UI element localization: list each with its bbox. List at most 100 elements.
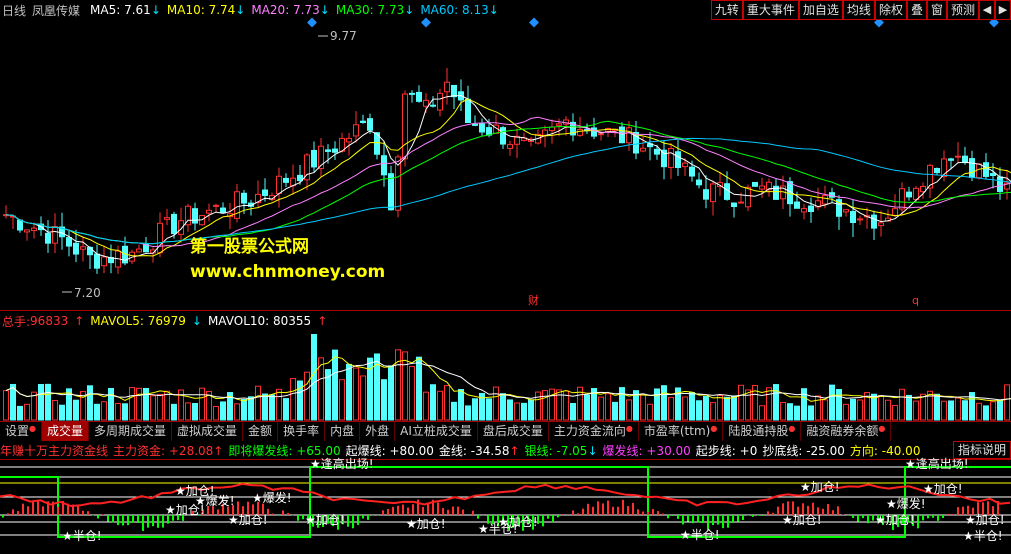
tab-item[interactable]: 外盘 (360, 422, 396, 441)
arrow-down-icon: ↓ (404, 3, 415, 17)
tab-item[interactable]: 融资融券余额● (801, 422, 892, 441)
toolbar-button[interactable]: 除权 (874, 0, 907, 20)
tab-item[interactable]: 内盘 (325, 422, 361, 441)
volume-bar (388, 365, 394, 421)
volume-bar (10, 383, 16, 421)
tab-item[interactable]: 金额 (243, 422, 279, 441)
volume-bar (94, 403, 100, 421)
volume-bar (948, 400, 954, 421)
volume-bar (416, 356, 422, 421)
tab-item[interactable]: 设置● (0, 422, 42, 441)
indicator-legend-label: 金线: -34.58 (438, 444, 510, 458)
volume-bar (255, 385, 261, 421)
volume-bar (997, 399, 1003, 421)
volume-bar (108, 388, 114, 421)
candle-body (402, 93, 408, 160)
candle-body (892, 208, 898, 216)
volume-bar (612, 401, 618, 421)
volume-bar (87, 385, 93, 421)
indicator-legend-item: 年赚十万主力资金线 (0, 442, 108, 458)
tab-item[interactable]: 虚拟成交量 (172, 422, 244, 441)
volume-bar (542, 390, 548, 421)
candle-body (850, 211, 856, 223)
candle-body (164, 217, 170, 220)
volume-bar (213, 405, 219, 421)
toolbar-button[interactable]: 加自选 (798, 0, 843, 20)
indicator-legend-item: 方向: -40.00 (850, 442, 921, 458)
tab-item[interactable]: 盘后成交量 (478, 422, 549, 441)
tab-label: 换手率 (283, 424, 320, 438)
volume-bar (710, 402, 716, 421)
volume-bar (381, 379, 387, 421)
toolbar-button[interactable]: 重大事件 (742, 0, 799, 20)
candle-body (710, 183, 716, 203)
ma-legend-label: MA5: 7.61 (90, 3, 151, 17)
indicator-help-button[interactable]: 指标说明 (952, 441, 1011, 459)
toolbar-button[interactable]: 预测 (946, 0, 979, 20)
candle-body (213, 204, 219, 207)
volume-bar (570, 402, 576, 421)
candle-body (479, 123, 485, 133)
candle-body (45, 232, 51, 244)
tab-item[interactable]: 换手率 (278, 422, 326, 441)
candle-body (969, 158, 975, 178)
volume-bar (654, 388, 660, 421)
period-label[interactable]: 日线 (2, 2, 26, 19)
volume-bar (703, 395, 709, 421)
candle-body (654, 148, 660, 155)
tab-label: 成交量 (47, 424, 84, 438)
candle-body (507, 144, 513, 149)
candle-body (626, 127, 632, 144)
volume-bar (311, 334, 317, 421)
volume-bar (234, 403, 240, 421)
scroll-right-icon[interactable]: ▶ (995, 0, 1011, 20)
toolbar-button[interactable]: 叠 (906, 0, 927, 20)
volume-bar (290, 378, 296, 421)
volume-bar (150, 395, 156, 421)
volume-bar (129, 386, 135, 421)
candle-body (990, 173, 996, 177)
indicator-tabs: 设置● 成交量 多周期成交量 虚拟成交量 金额 换手率 内盘 外盘 AI立桩成交量 盘后成交量 主力… (0, 422, 1011, 441)
volume-bar (493, 386, 499, 421)
candle-body (577, 129, 583, 136)
volume-bar (584, 394, 590, 421)
ma-legend-label: MA20: 7.73 (251, 3, 320, 17)
indicator-legend: 年赚十万主力资金线 主力资金: +28.08↑ 即将爆发线: +65.00 起爆线: … (0, 442, 920, 458)
toolbar-button[interactable]: 窗 (926, 0, 947, 20)
tab-dot-icon: ● (625, 424, 633, 433)
kline-chart: 9.777.20财 q★加仓!★加仓!★加仓! ★加仓!★爆发! ★爆发!★加仓! ★加… (0, 17, 1011, 543)
toolbar-button[interactable]: 均线 (842, 0, 875, 20)
tab-item[interactable]: 成交量 (42, 422, 90, 441)
volume-bar (689, 391, 695, 421)
volume-bar (836, 388, 842, 421)
candle-body (430, 104, 436, 107)
volume-bar (535, 391, 541, 421)
candle-body (101, 256, 107, 267)
candle-body (668, 148, 674, 169)
scroll-left-icon[interactable]: ◀ (979, 0, 995, 20)
candle-body (24, 229, 30, 233)
candle-body (416, 91, 422, 102)
volume-bar (45, 383, 51, 421)
tab-item[interactable]: 陆股通持股● (723, 422, 802, 441)
volume-bar (514, 402, 520, 421)
signal-label: ★爆发! (886, 496, 926, 511)
toolbar-button[interactable]: 九转 (710, 0, 743, 20)
tab-label: 市盈率(ttm) (643, 424, 711, 438)
tab-label: 主力资金流向 (553, 424, 626, 438)
tab-item[interactable]: 主力资金流向● (549, 422, 639, 441)
candle-body (220, 207, 226, 214)
volume-bar (507, 399, 513, 421)
tab-label: 虚拟成交量 (177, 424, 238, 438)
volume-bar (304, 371, 310, 421)
tab-item[interactable]: AI立桩成交量 (395, 422, 478, 441)
tab-item[interactable]: 多周期成交量 (89, 422, 173, 441)
tab-item[interactable]: 市盈率(ttm)● (639, 422, 724, 441)
candle-body (703, 189, 709, 200)
volume-bar (164, 390, 170, 421)
volume-bar (3, 390, 9, 421)
candle-body (437, 92, 443, 111)
volume-bar (955, 397, 961, 421)
candle-body (472, 123, 478, 126)
volume-bar (521, 402, 527, 421)
